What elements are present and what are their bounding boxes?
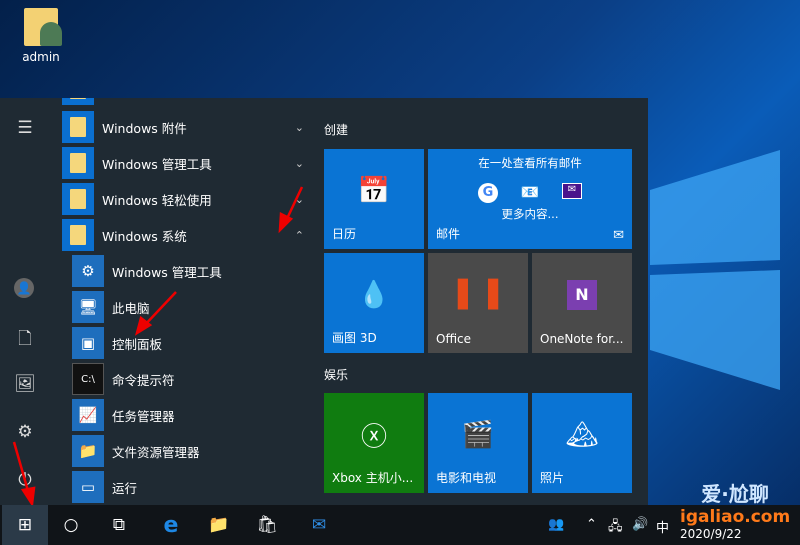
task-view-button[interactable]: ⧉	[96, 505, 142, 545]
start-button[interactable]: ⊞	[2, 505, 48, 545]
volume-icon[interactable]: 🔊	[632, 517, 648, 532]
task-view-icon: ⧉	[112, 515, 126, 535]
people-icon[interactable]: 👥	[548, 517, 564, 532]
edge-icon: e	[163, 512, 179, 538]
clock-date[interactable]: 2020/9/22	[680, 527, 742, 541]
windows-logo-icon: ⊞	[17, 515, 33, 535]
show-hidden-icons-chevron[interactable]: ⌃	[586, 517, 597, 532]
ime-indicator[interactable]: 中	[656, 517, 669, 536]
store-button[interactable]: 🛍	[244, 505, 290, 545]
store-bag-icon: 🛍	[256, 515, 278, 535]
mail-button[interactable]: ✉	[296, 505, 342, 545]
mail-icon: ✉	[311, 515, 327, 535]
file-explorer-button[interactable]: 📁	[196, 505, 242, 545]
cortana-button[interactable]: ○	[48, 505, 94, 545]
folder-icon: 📁	[208, 515, 230, 535]
watermark-title: 爱·尬聊	[701, 482, 769, 506]
watermark-url: igaliao.com	[680, 507, 791, 527]
edge-button[interactable]: e	[148, 505, 194, 545]
watermark: 爱·尬聊 igaliao.com	[680, 478, 790, 527]
network-icon[interactable]: 🖧	[608, 517, 623, 539]
cortana-circle-icon: ○	[63, 515, 79, 535]
annotation-arrows	[12, 186, 304, 508]
